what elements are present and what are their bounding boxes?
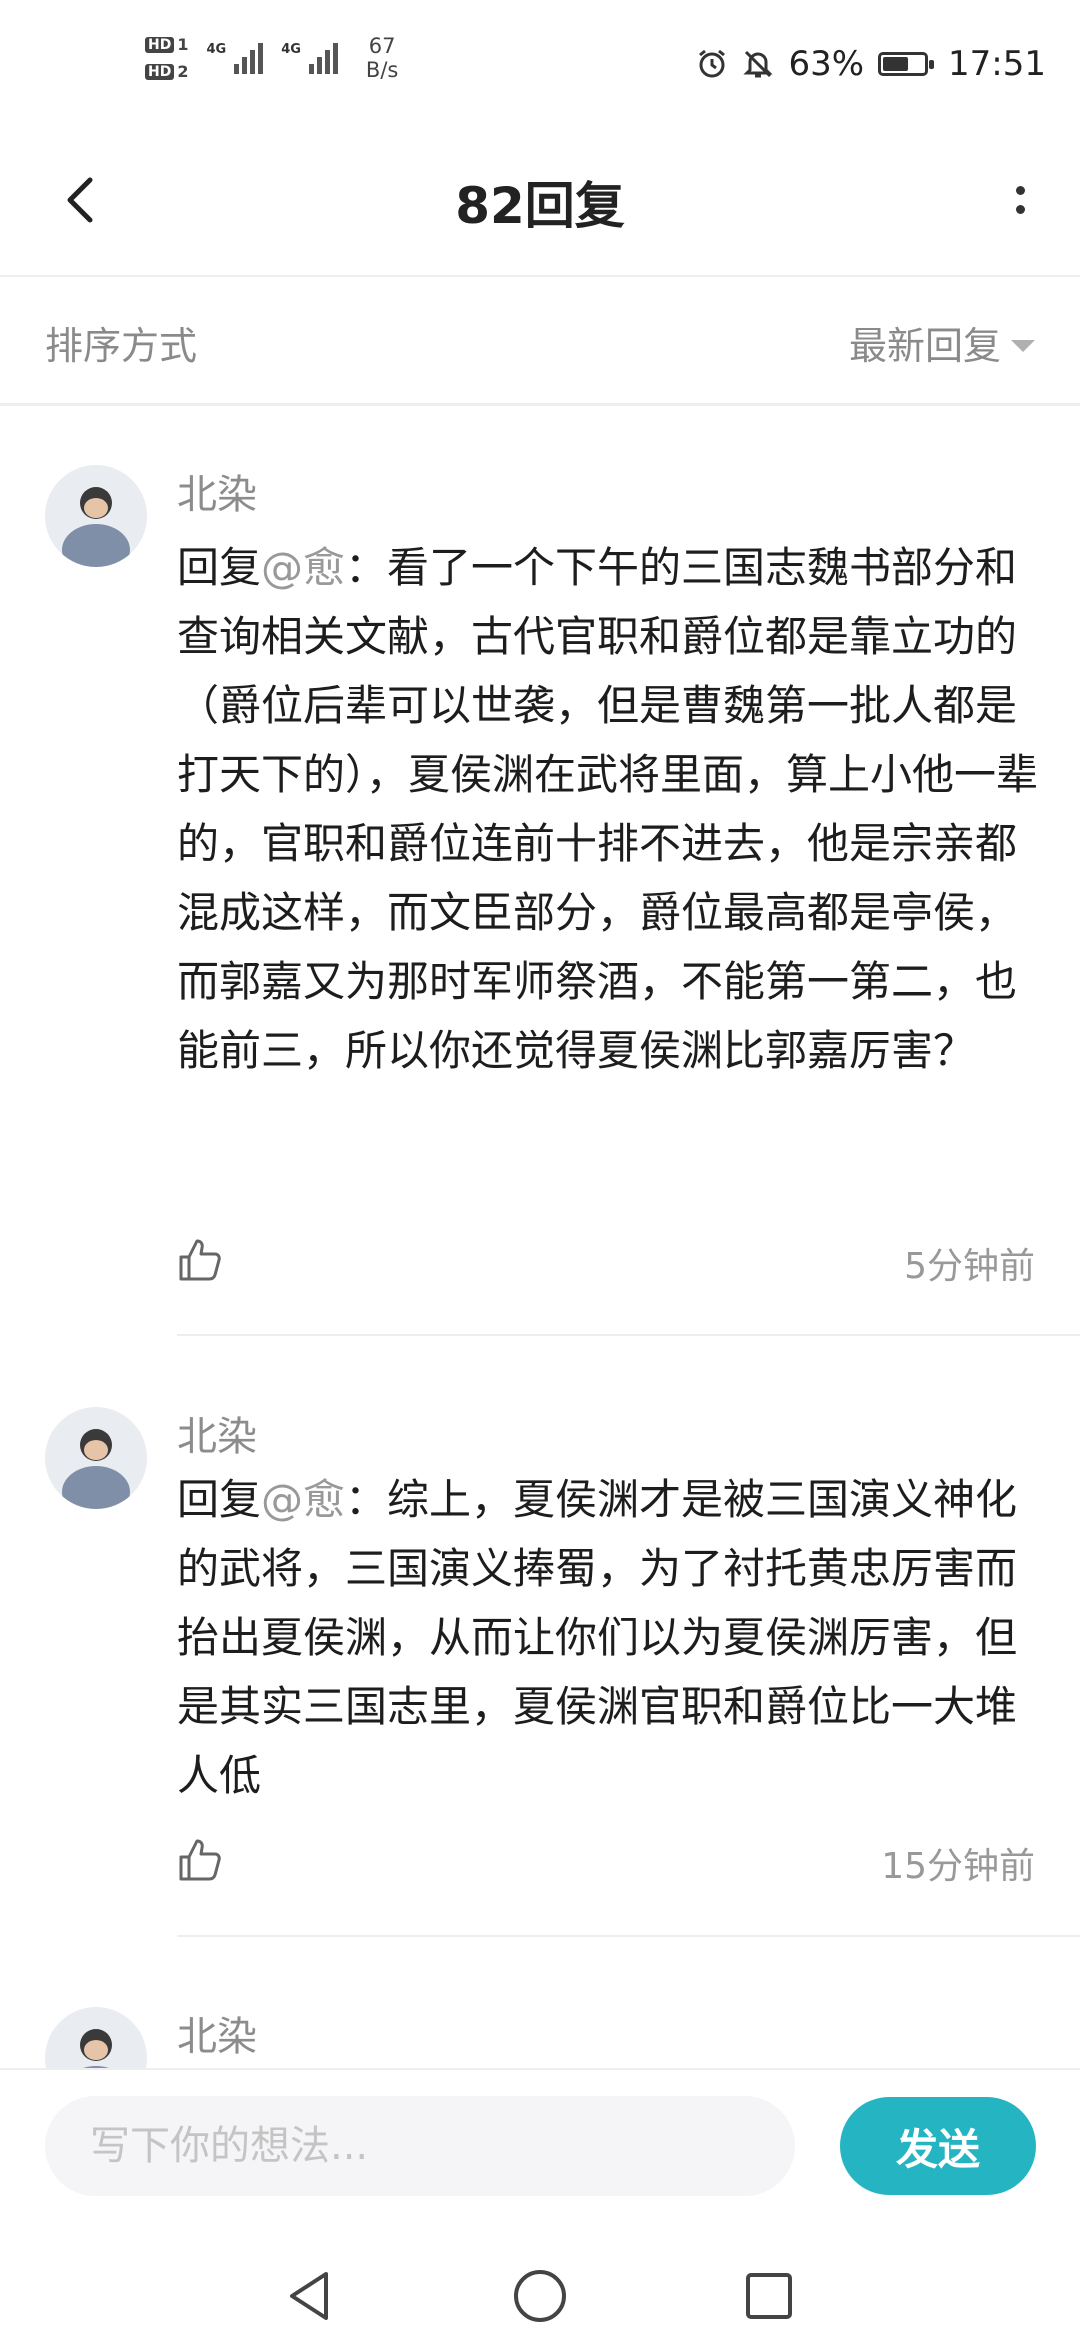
hd1-indicator: HD 1 [145,35,188,54]
thumbs-up-icon [179,1239,221,1281]
reply-text: 回复@愈：综上，夏侯渊才是被三国演义神化的武将，三国演义捧蜀，为了衬托黄忠厉害而… [177,1475,1018,1800]
avatar[interactable] [45,2007,147,2068]
sort-selected-value: 最新回复 [848,324,1001,368]
sort-dropdown[interactable]: 最新回复 [849,315,1035,370]
hd-indicators: HD 1 HD 2 [145,35,188,81]
mention-link[interactable]: @愈 [261,1475,345,1524]
battery-percent: 63% [788,44,865,84]
circle-home-icon [514,2270,566,2322]
reply-text: 回复@愈：看了一个下午的三国志魏书部分和查询相关文献，古代官职和爵位都是靠立功的… [177,543,1039,1075]
battery-level [883,57,909,71]
hd2-indicator: HD 2 [145,62,188,81]
avatar[interactable] [45,1407,147,1509]
nav-recent-button[interactable] [724,2251,814,2341]
square-recent-icon [746,2273,792,2319]
status-right: 63% 17:51 [696,44,1046,84]
signal-sim2: 4G [281,42,338,74]
mute-bell-icon [743,50,774,78]
reply-username[interactable]: 北染 [177,2004,257,2062]
battery-icon [878,52,935,76]
comment-input[interactable] [45,2096,795,2196]
more-options-button[interactable] [980,160,1060,240]
network-type-2: 4G [281,42,301,57]
avatar[interactable] [45,465,147,567]
more-vertical-icon [1015,186,1025,195]
comment-bar: 发送 [0,2068,1080,2262]
reply-time: 5分钟前 [904,1246,1035,1287]
nav-back-button[interactable] [264,2251,354,2341]
send-button[interactable]: 发送 [840,2097,1036,2195]
reply-list[interactable]: 北染 回复@愈：看了一个下午的三国志魏书部分和查询相关文献，古代官职和爵位都是靠… [0,405,1080,2068]
reply-username[interactable]: 北染 [177,462,257,520]
network-speed: 67 B/s [365,34,399,82]
system-nav-bar [0,2260,1080,2340]
status-bar: HD 1 HD 2 4G 4G 67 B/s 63% 17:51 [0,0,1080,130]
reply-time: 15分钟前 [881,1846,1035,1887]
reply-username[interactable]: 北染 [177,1404,257,1462]
divider [177,1334,1080,1336]
sort-label: 排序方式 [45,324,198,368]
divider [177,1935,1080,1937]
like-button[interactable] [177,1237,223,1283]
signal-bars-icon [234,42,264,74]
title-bar: 82回复 [0,130,1080,277]
like-button[interactable] [177,1837,223,1883]
network-type-1: 4G [206,42,227,57]
thumbs-up-icon [179,1839,221,1881]
sort-bar: 排序方式 最新回复 [0,277,1080,406]
alarm-icon [699,49,726,78]
caret-down-icon [1011,339,1035,352]
clock: 17:51 [948,44,1046,84]
page-title: 82回复 [455,177,625,235]
signal-bars-icon [308,42,338,74]
triangle-back-icon [290,2272,328,2320]
signal-sim1: 4G [206,42,264,74]
mention-link[interactable]: @愈 [261,543,345,592]
nav-home-button[interactable] [495,2251,585,2341]
status-left: HD 1 HD 2 4G 4G 67 B/s [145,34,398,82]
